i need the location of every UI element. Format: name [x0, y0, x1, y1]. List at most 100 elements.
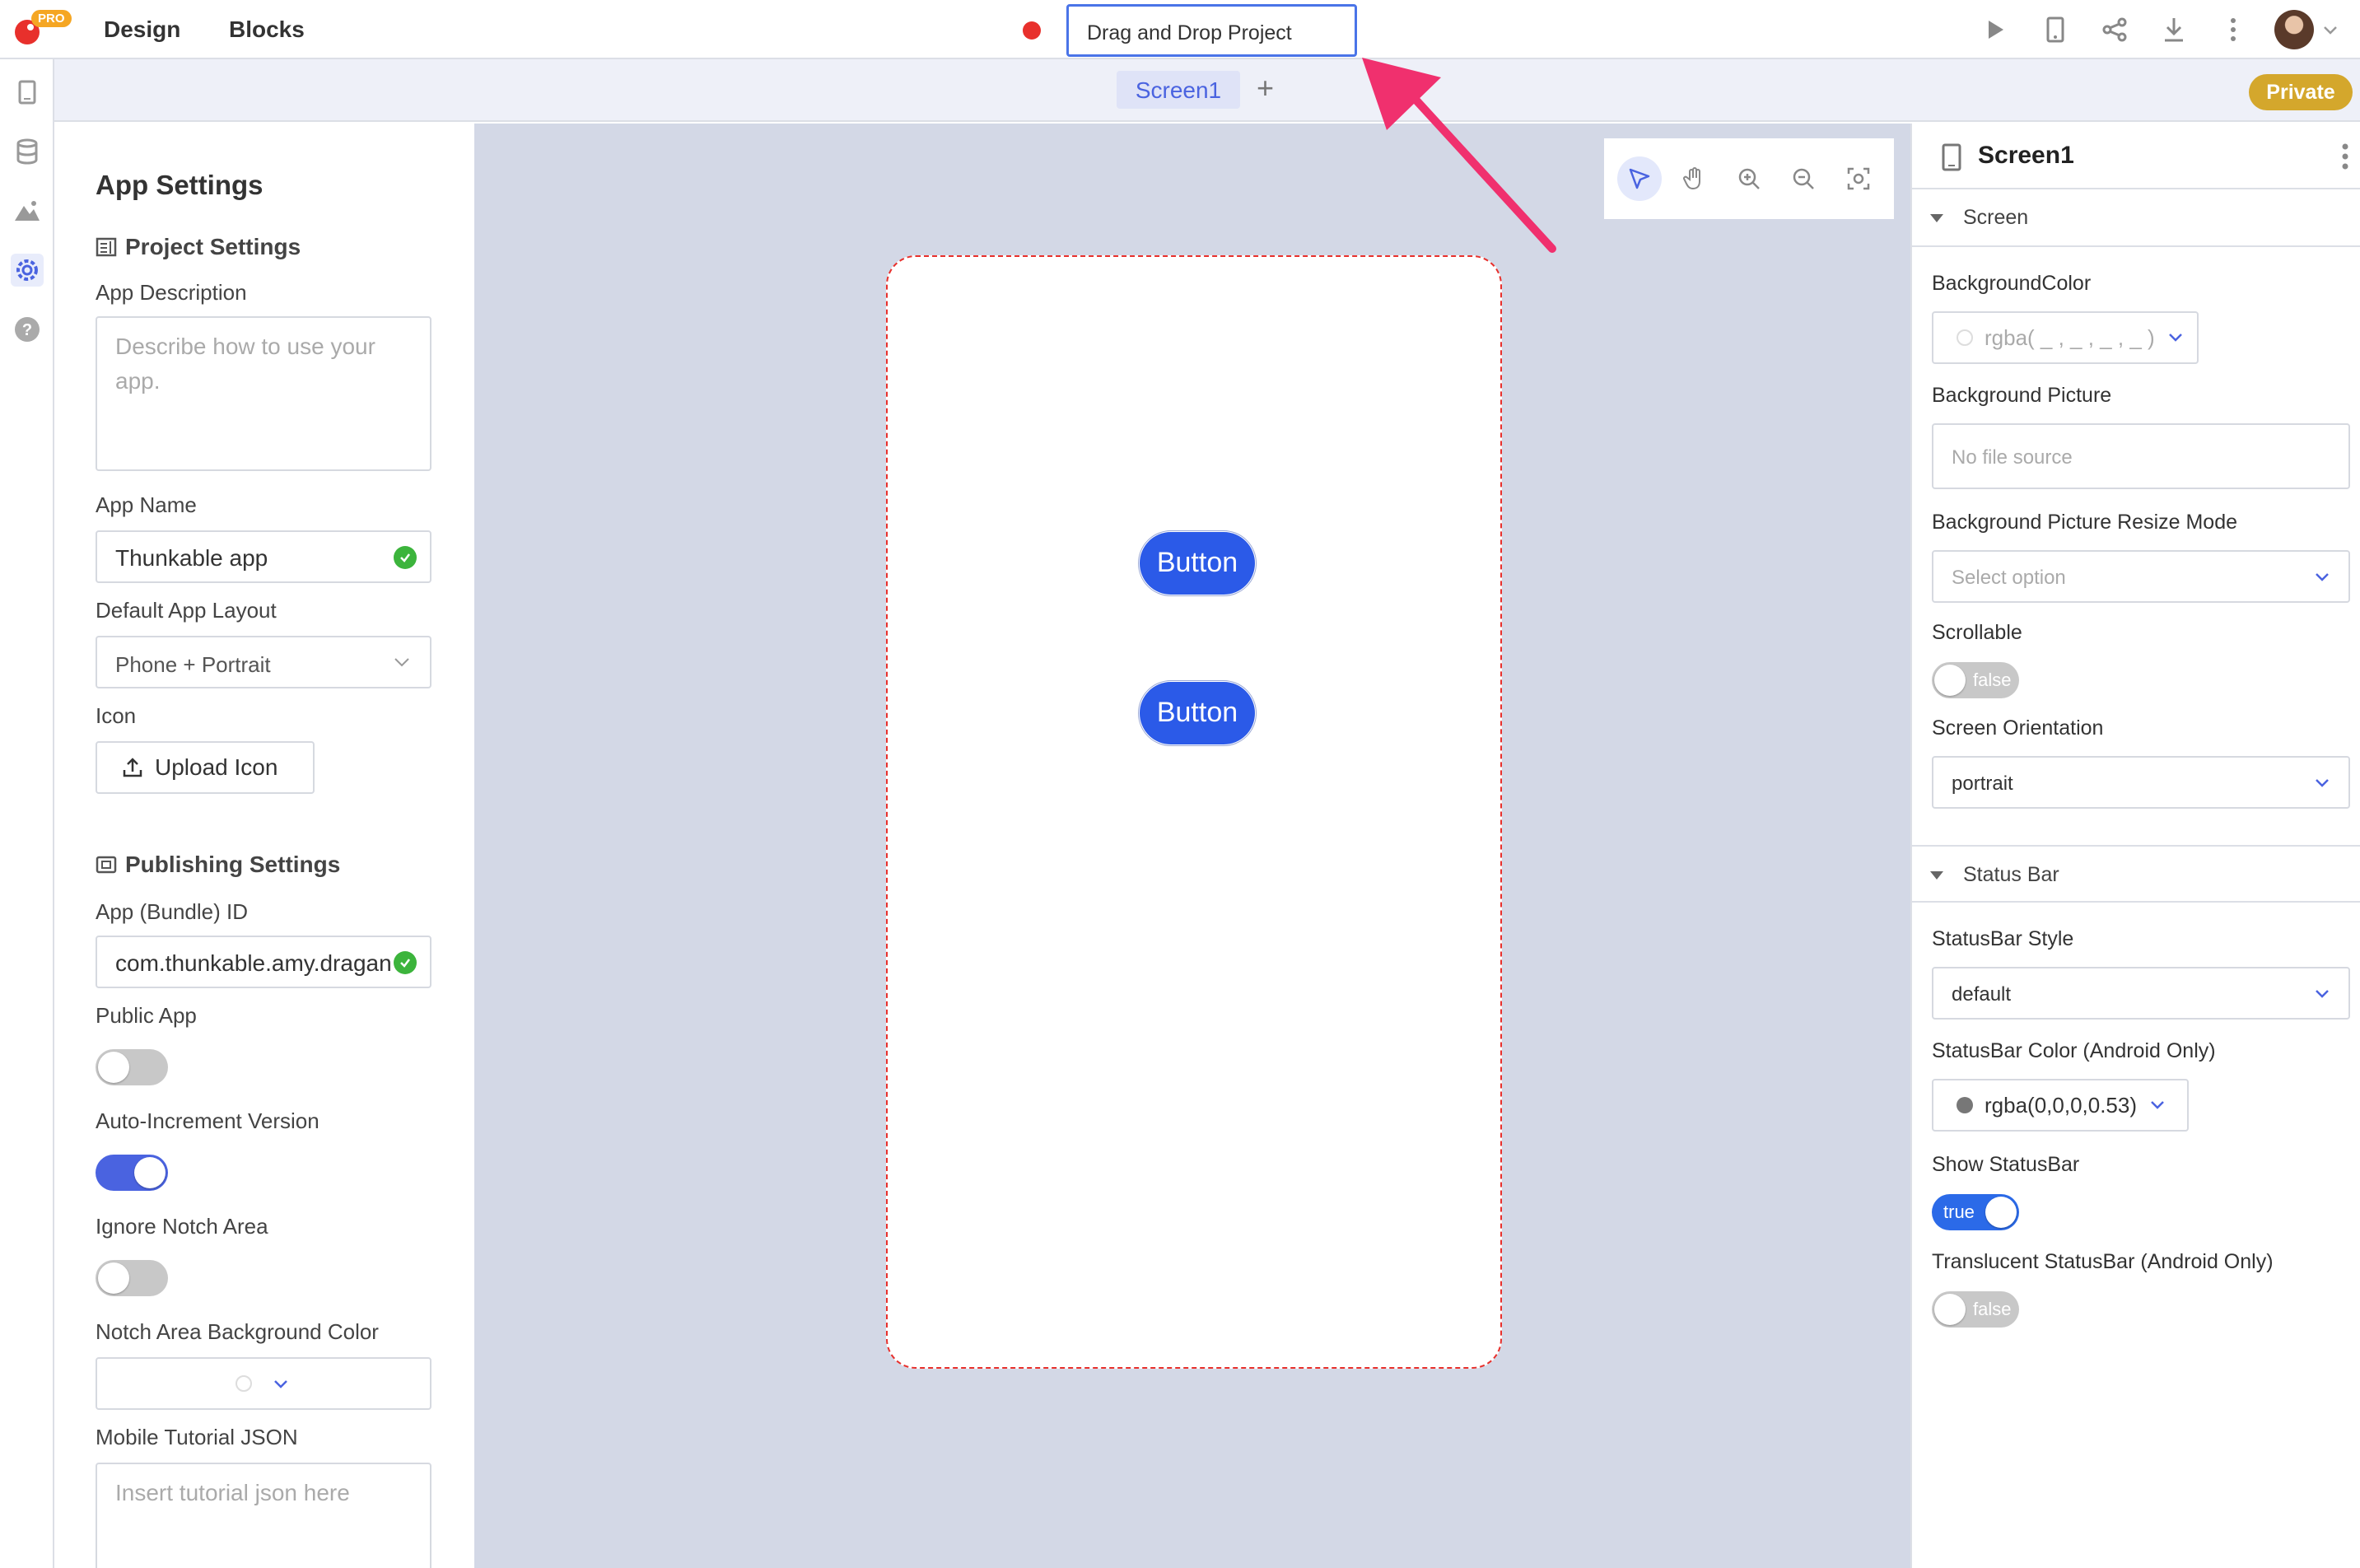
color-swatch-icon — [236, 1375, 252, 1392]
app-settings-panel: App Settings Project Settings App Descri… — [54, 124, 474, 1568]
add-screen-button[interactable]: + — [1257, 71, 1274, 105]
private-badge[interactable]: Private — [2249, 74, 2353, 110]
background-color-select[interactable]: rgba( _ , _ , _ , _ ) — [1932, 311, 2199, 364]
project-settings-label: Project Settings — [125, 234, 301, 259]
check-icon — [394, 546, 417, 569]
scrollable-toggle[interactable]: false — [1932, 662, 2019, 698]
resize-mode-select[interactable]: Select option — [1932, 550, 2350, 603]
auto-increment-toggle[interactable] — [96, 1155, 168, 1191]
canvas-button-2[interactable]: Button — [1138, 680, 1257, 746]
app-name-input[interactable]: Thunkable app — [96, 530, 431, 583]
project-title-input[interactable]: Drag and Drop Project — [1066, 4, 1357, 57]
bundle-id-label: App (Bundle) ID — [96, 899, 248, 924]
share-icon[interactable] — [2100, 15, 2129, 44]
phone-icon — [1942, 143, 1961, 171]
image-icon[interactable] — [11, 194, 44, 227]
orientation-select[interactable]: portrait — [1932, 756, 2350, 809]
screen-section-header[interactable]: Screen — [1912, 189, 2360, 247]
zoom-out-icon[interactable] — [1781, 156, 1826, 201]
ignore-notch-label: Ignore Notch Area — [96, 1214, 268, 1239]
phone-screen-preview[interactable]: Button Button — [886, 255, 1502, 1369]
app-root: PRO Design Blocks Drag and Drop Project — [0, 0, 2360, 1568]
toggle-knob — [98, 1262, 129, 1294]
avatar[interactable] — [2274, 10, 2314, 49]
background-color-label: BackgroundColor — [1932, 272, 2092, 295]
screen-tab-strip: Screen1 + — [54, 59, 2360, 122]
app-name-value: Thunkable app — [115, 545, 268, 571]
app-description-textarea[interactable]: Describe how to use your app. — [96, 316, 431, 471]
settings-gear-icon[interactable] — [11, 254, 44, 287]
panel-title: App Settings — [96, 170, 264, 200]
public-app-label: Public App — [96, 1003, 197, 1028]
orientation-value: portrait — [1952, 772, 2013, 795]
select-pointer-icon[interactable] — [1617, 156, 1663, 201]
background-color-value: rgba( _ , _ , _ , _ ) — [1985, 324, 2155, 350]
status-bar-section-header[interactable]: Status Bar — [1912, 845, 2360, 903]
download-icon[interactable] — [2159, 15, 2189, 44]
scrollable-label: Scrollable — [1932, 621, 2022, 644]
chevron-down-icon — [2316, 779, 2329, 787]
help-icon[interactable]: ? — [11, 313, 44, 346]
bundle-id-value: com.thunkable.amy.dragan — [115, 950, 392, 976]
design-canvas[interactable]: Button Button — [474, 124, 1910, 1568]
app-name-label: App Name — [96, 492, 197, 517]
collapse-triangle-icon — [1930, 871, 1943, 880]
zoom-in-icon[interactable] — [1727, 156, 1771, 201]
notch-bg-color-select[interactable] — [96, 1357, 431, 1410]
collapse-triangle-icon — [1930, 214, 1943, 222]
chevron-down-icon — [394, 658, 409, 667]
statusbar-style-select[interactable]: default — [1932, 967, 2350, 1020]
more-vertical-icon[interactable] — [2340, 142, 2350, 171]
toggle-knob — [1985, 1197, 2017, 1228]
chevron-down-icon — [2316, 990, 2329, 998]
statusbar-color-select[interactable]: rgba(0,0,0,0.53) — [1932, 1079, 2189, 1132]
show-statusbar-label: Show StatusBar — [1932, 1153, 2080, 1176]
phone-preview-icon[interactable] — [2041, 15, 2070, 44]
default-layout-select[interactable]: Phone + Portrait — [96, 636, 431, 688]
resize-mode-label: Background Picture Resize Mode — [1932, 511, 2238, 534]
show-statusbar-toggle[interactable]: true — [1932, 1194, 2019, 1230]
toggle-knob — [98, 1052, 129, 1083]
svg-text:?: ? — [22, 321, 32, 339]
default-layout-label: Default App Layout — [96, 598, 277, 623]
scrollable-value: false — [1973, 670, 2012, 690]
more-vertical-icon[interactable] — [2218, 15, 2248, 44]
default-layout-value: Phone + Portrait — [115, 652, 271, 677]
annotation-arrow — [1362, 58, 1556, 253]
properties-title: Screen1 — [1978, 142, 2074, 169]
project-settings-heading: Project Settings — [96, 234, 301, 260]
fit-screen-icon[interactable] — [1836, 156, 1881, 201]
database-icon[interactable] — [11, 135, 44, 168]
auto-increment-label: Auto-Increment Version — [96, 1108, 319, 1133]
translucent-statusbar-toggle[interactable]: false — [1932, 1291, 2019, 1328]
toggle-knob — [134, 1157, 166, 1188]
pro-badge: PRO — [31, 10, 72, 27]
publishing-settings-heading: Publishing Settings — [96, 852, 340, 878]
color-swatch-icon — [1957, 329, 1973, 346]
chevron-down-icon[interactable] — [2320, 20, 2340, 40]
canvas-button-1[interactable]: Button — [1138, 530, 1257, 596]
chevron-down-icon — [2168, 334, 2182, 342]
project-settings-icon — [96, 237, 117, 257]
blocks-tab[interactable]: Blocks — [229, 16, 305, 43]
public-app-toggle[interactable] — [96, 1049, 168, 1085]
ignore-notch-toggle[interactable] — [96, 1260, 168, 1296]
phone-icon[interactable] — [11, 76, 44, 109]
statusbar-style-label: StatusBar Style — [1932, 927, 2074, 950]
upload-icon-button[interactable]: Upload Icon — [96, 741, 315, 794]
thunkable-logo[interactable]: PRO — [8, 8, 72, 51]
bundle-id-input[interactable]: com.thunkable.amy.dragan — [96, 936, 431, 988]
background-picture-label: Background Picture — [1932, 384, 2112, 407]
check-icon — [394, 951, 417, 974]
tab-screen1[interactable]: Screen1 — [1117, 71, 1240, 109]
chevron-down-icon — [2151, 1101, 2164, 1109]
orientation-label: Screen Orientation — [1932, 716, 2104, 740]
design-tab[interactable]: Design — [104, 16, 180, 43]
chevron-down-icon — [2316, 573, 2329, 581]
tutorial-json-textarea[interactable]: Insert tutorial json here — [96, 1463, 431, 1568]
hand-pan-icon[interactable] — [1672, 156, 1717, 201]
background-picture-input[interactable]: No file source — [1932, 423, 2350, 489]
translucent-statusbar-value: false — [1973, 1299, 2012, 1319]
statusbar-style-value: default — [1952, 983, 2012, 1006]
play-icon[interactable] — [1981, 15, 2011, 44]
